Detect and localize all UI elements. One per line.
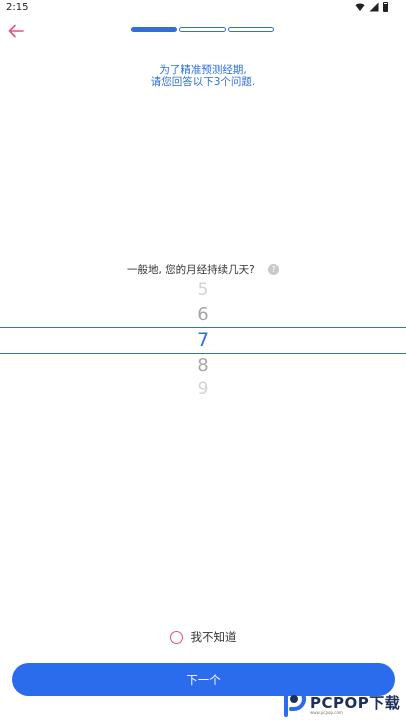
- intro-line-2: 请您回答以下3个问题.: [150, 76, 256, 88]
- picker-selection-top-line: [0, 327, 406, 328]
- question-row: 一般地, 您的月经持续几天? ?: [0, 262, 406, 277]
- status-time: 2:15: [6, 2, 29, 13]
- wifi-icon: [355, 3, 365, 12]
- picker-option[interactable]: 6: [0, 304, 406, 325]
- picker-selected-option[interactable]: 7: [0, 329, 406, 351]
- signal-icon: [369, 2, 379, 12]
- picker-option[interactable]: 5: [0, 280, 406, 300]
- step-progress: [131, 27, 274, 34]
- watermark: PCPOP下载 www.pcpop.com: [282, 684, 406, 720]
- progress-step-2: [179, 27, 226, 32]
- help-icon[interactable]: ?: [268, 264, 280, 275]
- back-button[interactable]: [5, 20, 27, 42]
- dont-know-label: 我不知道: [190, 630, 237, 644]
- intro-line-1: 为了精准预测经期,: [159, 64, 247, 76]
- pcpop-logo-icon: [284, 687, 306, 717]
- watermark-subtext: www.pcpop.com: [310, 710, 343, 715]
- picker-selection-bottom-line: [0, 353, 406, 354]
- battery-icon: [383, 2, 388, 12]
- picker-option[interactable]: 8: [0, 355, 406, 376]
- dont-know-radio[interactable]: [169, 630, 183, 644]
- picker-option[interactable]: 9: [0, 379, 406, 399]
- status-bar: 2:15: [0, 0, 406, 18]
- progress-step-1: [131, 27, 178, 32]
- progress-step-3: [227, 27, 274, 32]
- dont-know-option[interactable]: 我不知道: [0, 627, 406, 647]
- intro-text: 为了精准预测经期, 请您回答以下3个问题.: [0, 64, 406, 88]
- days-picker[interactable]: 5 6 7 8 9: [0, 278, 406, 404]
- status-icons: [355, 2, 388, 12]
- question-text: 一般地, 您的月经持续几天?: [126, 264, 255, 276]
- back-arrow-icon: [8, 24, 24, 38]
